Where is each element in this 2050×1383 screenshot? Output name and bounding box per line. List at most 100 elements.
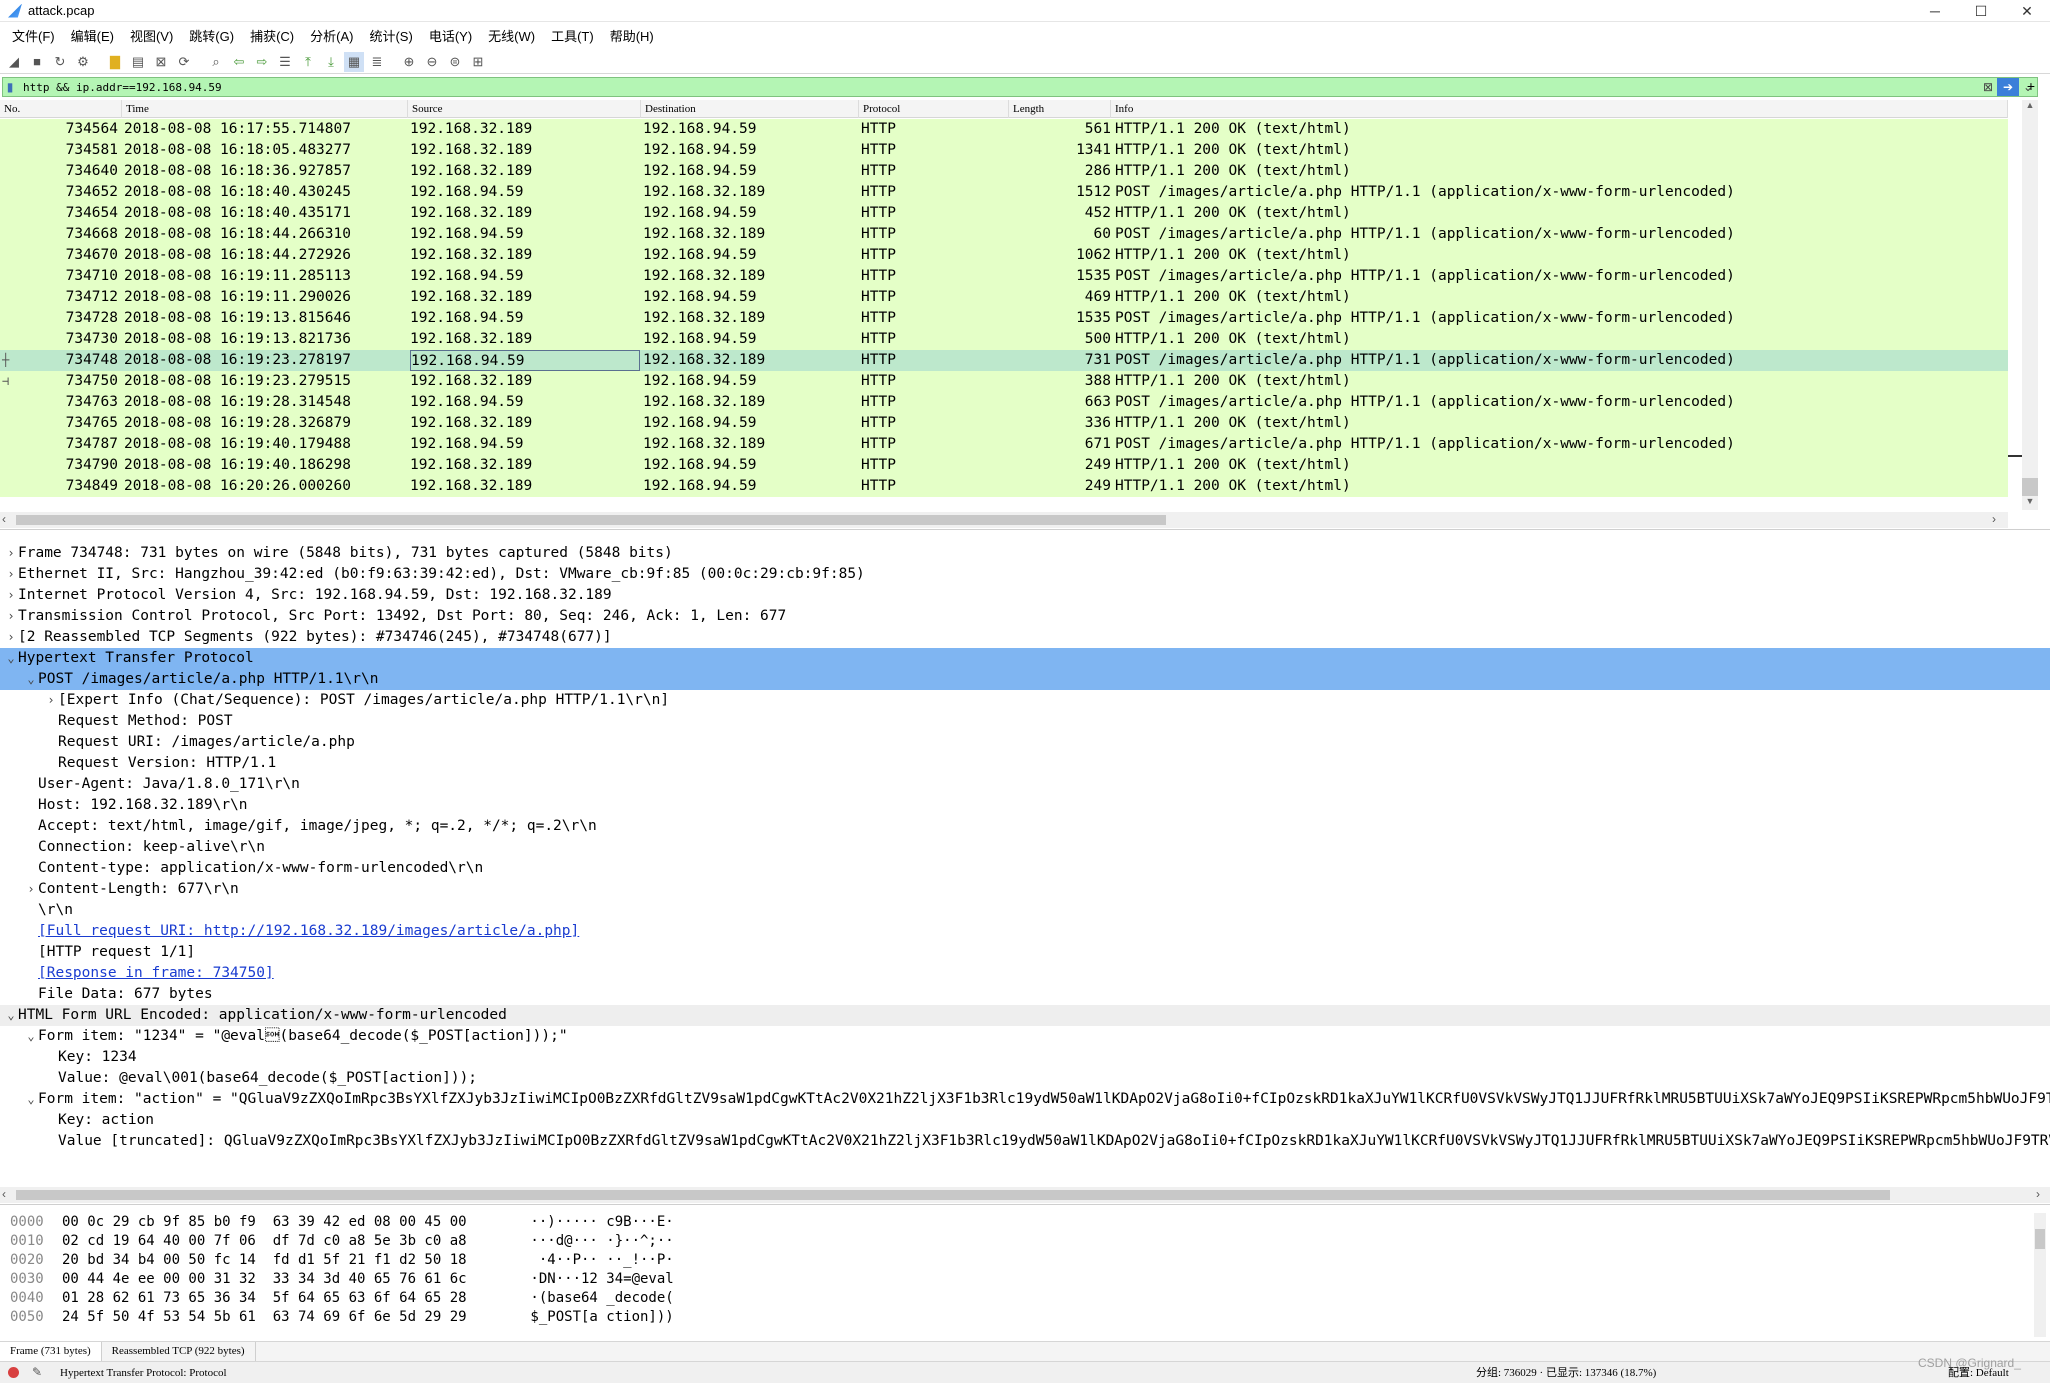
tab-frame-bytes[interactable]: Frame (731 bytes) [0,1342,102,1361]
detail-tree-item[interactable]: [Full request URI: http://192.168.32.189… [0,921,2050,942]
detail-tree-item[interactable]: File Data: 677 bytes [0,984,2050,1005]
start-capture-icon[interactable]: ◢ [4,52,24,72]
packet-row[interactable]: 734564 2018-08-08 16:17:55.714807 192.168.… [0,119,2008,140]
go-last-icon[interactable]: ⤓ [321,52,341,72]
capture-comment-pencil-icon[interactable]: ✎ [32,1365,42,1380]
autoscroll-icon[interactable]: ▦ [344,51,364,72]
collapse-chevron-down-icon[interactable]: ⌄ [4,1005,18,1026]
detail-tree-item[interactable]: \r\n [0,900,2050,921]
menu-item[interactable]: 分析(A) [302,26,361,48]
menu-item[interactable]: 捕获(C) [242,26,302,48]
zoom-reset-icon[interactable]: ⊜ [445,52,465,72]
detail-link[interactable]: [Response in frame: 734750] [38,965,274,981]
go-back-icon[interactable]: ⇦ [229,52,249,72]
go-to-packet-icon[interactable]: ☰ [275,52,295,72]
detail-tree-item[interactable]: [Response in frame: 734750] [0,963,2050,984]
detail-tree-item[interactable]: Accept: text/html, image/gif, image/jpeg… [0,816,2050,837]
detail-tree-item[interactable]: › Frame 734748: 731 bytes on wire (5848 b… [0,543,2050,564]
reload-file-icon[interactable]: ⟳ [174,52,194,72]
apply-filter-icon[interactable]: ➔ [1997,78,2019,96]
column-header[interactable]: Info [1111,100,2008,118]
packet-row[interactable]: 734668 2018-08-08 16:18:44.266310 192.168.… [0,224,2008,245]
detail-tree-item[interactable]: Request Version: HTTP/1.1 [0,753,2050,774]
menu-item[interactable]: 电话(Y) [421,26,480,48]
detail-tree-item[interactable]: ⌄ HTML Form URL Encoded: application/x-ww… [0,1005,2050,1026]
capture-options-icon[interactable]: ⚙ [73,52,93,72]
detail-tree-item[interactable]: Request URI: /images/article/a.php [0,732,2050,753]
packet-row[interactable]: 734670 2018-08-08 16:18:44.272926 192.168.… [0,245,2008,266]
packet-row[interactable]: 734728 2018-08-08 16:19:13.815646 192.168.… [0,308,2008,329]
expand-chevron-right-icon[interactable]: › [4,585,18,606]
clear-filter-icon[interactable]: ⊠ [1979,78,1997,96]
packet-row[interactable]: 734710 2018-08-08 16:19:11.285113 192.168.… [0,266,2008,287]
packet-list-horizontal-scrollbar[interactable]: ‹ › [0,512,2008,528]
status-profile[interactable]: 配置: Default [1948,1362,2009,1383]
packet-row[interactable]: 734581 2018-08-08 16:18:05.483277 192.168.… [0,140,2008,161]
packet-list-hscroll-thumb[interactable] [16,515,1166,525]
packet-row[interactable]: 734640 2018-08-08 16:18:36.927857 192.168.… [0,161,2008,182]
collapse-chevron-down-icon[interactable]: ⌄ [24,1026,38,1047]
tab-reassembled-tcp[interactable]: Reassembled TCP (922 bytes) [102,1342,256,1361]
packet-row[interactable]: 734765 2018-08-08 16:19:28.326879 192.168.… [0,413,2008,434]
column-header[interactable]: Length [1009,100,1111,118]
packet-row[interactable]: 734763 2018-08-08 16:19:28.314548 192.168.… [0,392,2008,413]
column-header[interactable]: Destination [641,100,859,118]
detail-tree-item[interactable]: ⌄ Hypertext Transfer Protocol [0,648,2050,669]
detail-tree-item[interactable]: › [2 Reassembled TCP Segments (922 bytes)… [0,627,2050,648]
resize-columns-icon[interactable]: ⊞ [468,52,488,72]
zoom-in-icon[interactable]: ⊕ [399,52,419,72]
expand-chevron-right-icon[interactable]: › [4,543,18,564]
detail-tree-item[interactable]: [HTTP request 1/1] [0,942,2050,963]
column-header[interactable]: Source [408,100,641,118]
detail-link[interactable]: [Full request URI: http://192.168.32.189… [38,923,579,939]
detail-tree-item[interactable]: Content-type: application/x-www-form-url… [0,858,2050,879]
stop-capture-icon[interactable]: ■ [27,52,47,72]
packet-row[interactable]: 734654 2018-08-08 16:18:40.435171 192.168.… [0,203,2008,224]
packet-row[interactable]: 734790 2018-08-08 16:19:40.186298 192.168.… [0,455,2008,476]
detail-tree-item[interactable]: Value [truncated]: QGluaV9zZXQoImRpc3BsY… [0,1131,2050,1152]
expand-chevron-right-icon[interactable]: › [44,690,58,711]
detail-tree-item[interactable]: Connection: keep-alive\r\n [0,837,2050,858]
expand-chevron-right-icon[interactable]: › [4,564,18,585]
restart-capture-icon[interactable]: ↻ [50,52,70,72]
go-first-icon[interactable]: ⤒ [298,52,318,72]
menu-item[interactable]: 编辑(E) [63,26,122,48]
find-packet-icon[interactable]: ⌕ [206,52,226,72]
save-file-icon[interactable]: ▤ [128,52,148,72]
detail-tree-item[interactable]: › Content-Length: 677\r\n [0,879,2050,900]
details-hscroll-thumb[interactable] [16,1190,1890,1200]
menu-item[interactable]: 视图(V) [122,26,181,48]
expand-chevron-right-icon[interactable]: › [4,627,18,648]
column-header[interactable]: Protocol [859,100,1009,118]
colorize-icon[interactable]: ≣ [367,52,387,72]
details-horizontal-scrollbar[interactable]: ‹ › [0,1187,2050,1203]
collapse-chevron-down-icon[interactable]: ⌄ [4,648,18,669]
detail-tree-item[interactable]: Key: action [0,1110,2050,1131]
column-header[interactable]: Time [122,100,408,118]
packet-list-vertical-scrollbar[interactable]: ▲ ▼ [2008,100,2050,510]
packet-list-scroll-thumb[interactable] [2022,478,2038,496]
detail-tree-item[interactable]: ⌄ Form item: "action" = "QGluaV9zZXQoImRp… [0,1089,2050,1110]
filter-bookmark-icon[interactable]: ▮ [3,78,17,96]
detail-tree-item[interactable]: › Ethernet II, Src: Hangzhou_39:42:ed (b0… [0,564,2050,585]
packet-row[interactable]: 734787 2018-08-08 16:19:40.179488 192.168.… [0,434,2008,455]
detail-tree-item[interactable]: User-Agent: Java/1.8.0_171\r\n [0,774,2050,795]
column-header[interactable]: No. [0,100,122,118]
detail-tree-item[interactable]: Host: 192.168.32.189\r\n [0,795,2050,816]
expand-chevron-right-icon[interactable]: › [24,879,38,900]
menu-item[interactable]: 跳转(G) [181,26,242,48]
expand-chevron-right-icon[interactable]: › [4,606,18,627]
close-file-icon[interactable]: ⊠ [151,52,171,72]
menu-item[interactable]: 文件(F) [4,26,63,48]
packet-row[interactable]: ⊣ 734750 2018-08-08 16:19:23.279515 192.168… [0,371,2008,392]
detail-tree-item[interactable]: › Transmission Control Protocol, Src Port… [0,606,2050,627]
maximize-button[interactable]: ☐ [1958,0,2004,22]
menu-item[interactable]: 帮助(H) [602,26,662,48]
menu-item[interactable]: 工具(T) [543,26,602,48]
detail-tree-item[interactable]: ⌄ POST /images/article/a.php HTTP/1.1\r\n [0,669,2050,690]
menu-item[interactable]: 无线(W) [480,26,543,48]
packet-row[interactable]: 734849 2018-08-08 16:20:26.000260 192.168.… [0,476,2008,497]
packet-row[interactable]: 734712 2018-08-08 16:19:11.290026 192.168.… [0,287,2008,308]
collapse-chevron-down-icon[interactable]: ⌄ [24,1089,38,1110]
minimize-button[interactable]: ─ [1912,0,1958,22]
